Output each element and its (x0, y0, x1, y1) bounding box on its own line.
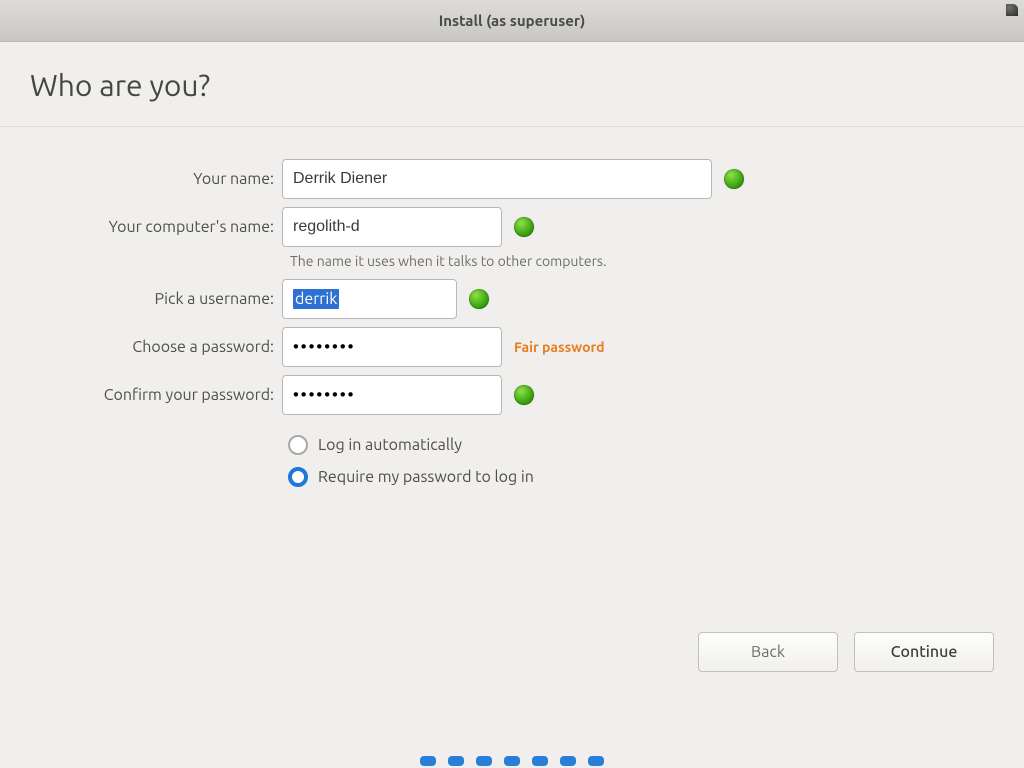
computer-name-input[interactable] (282, 207, 502, 247)
radio-auto-label: Log in automatically (318, 436, 462, 454)
back-button[interactable]: Back (698, 632, 838, 672)
row-confirm: Confirm your password: •••••••• (0, 371, 1024, 419)
label-password: Choose a password: (0, 338, 282, 356)
password-input[interactable]: •••••••• (282, 327, 502, 367)
check-icon (514, 385, 534, 405)
radio-icon (288, 467, 308, 487)
radio-auto-login[interactable]: Log in automatically (288, 429, 1024, 461)
window-title: Install (as superuser) (439, 12, 586, 29)
progress-dot (532, 756, 548, 766)
user-form: Your name: Your computer's name: The nam… (0, 127, 1024, 493)
continue-button[interactable]: Continue (854, 632, 994, 672)
username-input[interactable]: derrik (282, 279, 457, 319)
check-icon (514, 217, 534, 237)
label-name: Your name: (0, 170, 282, 188)
radio-require-label: Require my password to log in (318, 468, 534, 486)
radio-require-password[interactable]: Require my password to log in (288, 461, 1024, 493)
radio-icon (288, 435, 308, 455)
progress-dot (448, 756, 464, 766)
progress-dot (560, 756, 576, 766)
label-computer: Your computer's name: (0, 218, 282, 236)
progress-dots (0, 756, 1024, 766)
row-name: Your name: (0, 155, 1024, 203)
password-strength: Fair password (514, 339, 605, 355)
confirm-password-mask: •••••••• (293, 386, 355, 404)
username-selected-text: derrik (293, 289, 339, 309)
check-icon (724, 169, 744, 189)
row-username: Pick a username: derrik (0, 275, 1024, 323)
footer-buttons: Back Continue (0, 632, 1024, 672)
installer-page: Who are you? Your name: Your computer's … (0, 42, 1024, 493)
page-title: Who are you? (0, 42, 1024, 126)
progress-dot (588, 756, 604, 766)
label-confirm: Confirm your password: (0, 386, 282, 404)
row-computer: Your computer's name: (0, 203, 1024, 251)
row-password: Choose a password: •••••••• Fair passwor… (0, 323, 1024, 371)
check-icon (469, 289, 489, 309)
password-mask: •••••••• (293, 338, 355, 356)
confirm-password-input[interactable]: •••••••• (282, 375, 502, 415)
name-input[interactable] (282, 159, 712, 199)
login-options: Log in automatically Require my password… (0, 419, 1024, 493)
progress-dot (504, 756, 520, 766)
progress-dot (420, 756, 436, 766)
progress-dot (476, 756, 492, 766)
computer-name-hint: The name it uses when it talks to other … (0, 251, 1024, 275)
window-titlebar: Install (as superuser) (0, 0, 1024, 42)
label-username: Pick a username: (0, 290, 282, 308)
